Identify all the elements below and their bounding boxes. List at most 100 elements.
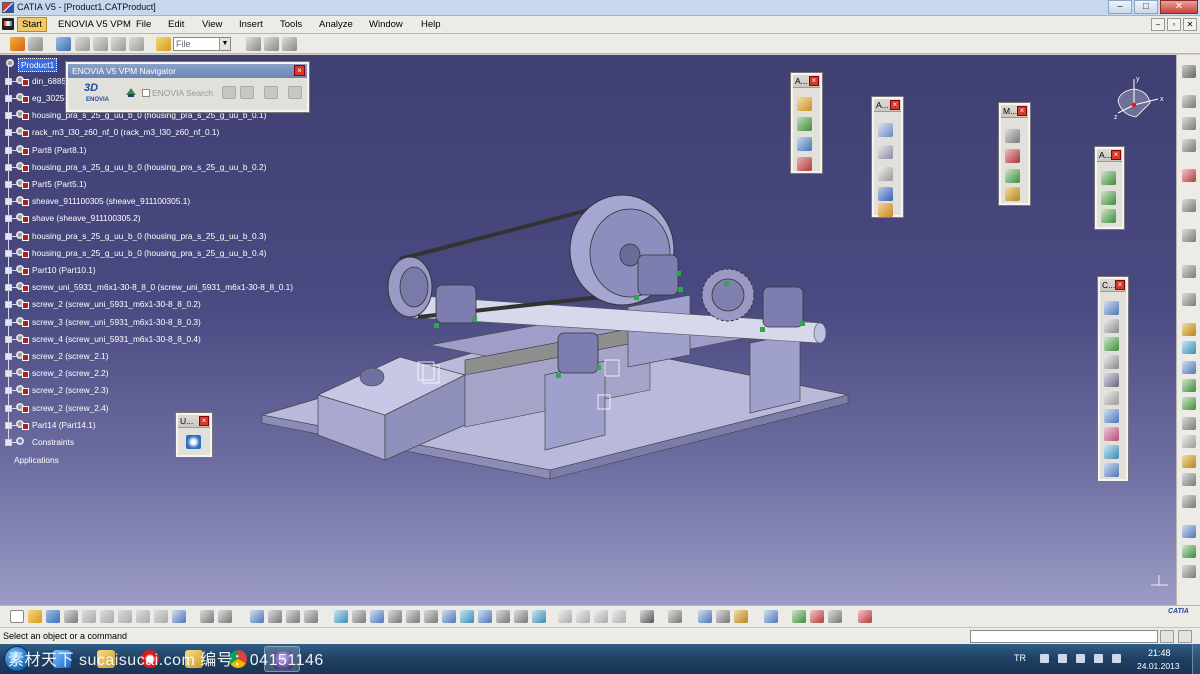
pan-icon[interactable]: [370, 610, 384, 623]
tool-icon[interactable]: [1182, 361, 1196, 374]
tool-icon[interactable]: [304, 610, 318, 623]
copy-icon[interactable]: [100, 610, 114, 623]
tool-icon[interactable]: [1182, 379, 1196, 392]
annotation-tool-icon[interactable]: [878, 167, 893, 181]
tool-icon[interactable]: [268, 610, 282, 623]
enovia-search-checkbox[interactable]: [142, 89, 150, 97]
tool-icon[interactable]: [1182, 565, 1196, 578]
paste-icon[interactable]: [118, 610, 132, 623]
fix-component-icon[interactable]: [1104, 373, 1119, 387]
menu-start[interactable]: Start: [17, 17, 48, 32]
print-icon[interactable]: [64, 610, 78, 623]
tool-icon[interactable]: [1182, 545, 1196, 558]
update-all-icon[interactable]: [186, 435, 201, 449]
close-icon[interactable]: ×: [294, 65, 305, 76]
command-list-button[interactable]: [1160, 630, 1174, 643]
file-combo[interactable]: File ▼: [173, 37, 231, 51]
tool-icon[interactable]: [668, 610, 682, 623]
workbench-icon[interactable]: [1182, 65, 1196, 78]
contact-constraint-icon[interactable]: [1104, 319, 1119, 333]
open-folder-icon[interactable]: [156, 37, 171, 51]
clock-date[interactable]: 24.01.2013: [1137, 661, 1180, 671]
existing-component-icon[interactable]: [111, 37, 126, 51]
open-icon[interactable]: [28, 610, 42, 623]
tool-icon[interactable]: [828, 610, 842, 623]
menu-window[interactable]: Window: [369, 19, 403, 30]
fly-mode-icon[interactable]: [334, 610, 348, 623]
hide-show-icon[interactable]: [514, 610, 528, 623]
annotation-tool-icon[interactable]: [878, 123, 893, 137]
close-icon[interactable]: ×: [199, 416, 209, 426]
zoom-out-icon[interactable]: [424, 610, 438, 623]
move-tool-icon[interactable]: [1005, 187, 1020, 201]
doc-minimize-button[interactable]: –: [1151, 18, 1165, 31]
doc-restore-button[interactable]: ▫: [1167, 18, 1181, 31]
shading-icon[interactable]: [496, 610, 510, 623]
enovia-tool-icon[interactable]: [240, 86, 254, 99]
zoom-in-icon[interactable]: [406, 610, 420, 623]
command-input[interactable]: [970, 630, 1158, 643]
flexible-subassembly-icon[interactable]: [1104, 427, 1119, 441]
3d-viewport[interactable]: Product1 din_6885 eg_3025- housing_pra_s…: [0, 55, 1176, 605]
tool-icon[interactable]: [1182, 435, 1196, 448]
redo-icon[interactable]: [154, 610, 168, 623]
insert-part-icon[interactable]: [93, 37, 108, 51]
tool-icon[interactable]: [810, 610, 824, 623]
undo-icon[interactable]: [136, 610, 150, 623]
tray-network-icon[interactable]: [1094, 654, 1103, 663]
tool-icon[interactable]: [594, 610, 608, 623]
tool-icon[interactable]: [792, 610, 806, 623]
menu-enovia[interactable]: ENOVIA V5 VPM: [58, 19, 131, 30]
close-icon[interactable]: ×: [1111, 150, 1121, 160]
tool-icon[interactable]: [858, 610, 872, 623]
product-structure-icon[interactable]: [10, 37, 25, 51]
show-desktop-button[interactable]: [1192, 644, 1200, 674]
floating-toolbar[interactable]: M... ×: [998, 102, 1031, 206]
menu-tools[interactable]: Tools: [280, 19, 302, 30]
close-window-button[interactable]: ✕: [1160, 0, 1198, 14]
analysis-tool-icon[interactable]: [1101, 209, 1116, 223]
assembly-tool-icon[interactable]: [797, 117, 812, 131]
floating-toolbar[interactable]: U... ×: [175, 412, 213, 458]
camera-icon[interactable]: [640, 610, 654, 623]
tool-c-icon[interactable]: [282, 37, 297, 51]
assembly-tool-icon[interactable]: [797, 157, 812, 171]
quick-constraint-icon[interactable]: [1104, 409, 1119, 423]
close-icon[interactable]: ×: [809, 76, 819, 86]
minimize-button[interactable]: –: [1108, 0, 1132, 14]
tool-icon[interactable]: [1182, 525, 1196, 538]
menu-edit[interactable]: Edit: [168, 19, 184, 30]
reuse-pattern-icon[interactable]: [1104, 463, 1119, 477]
assembly-tool-icon[interactable]: [797, 137, 812, 151]
tool-icon[interactable]: [1182, 397, 1196, 410]
update-icon[interactable]: [28, 37, 43, 51]
floating-toolbar[interactable]: A... ×: [871, 96, 904, 218]
language-indicator[interactable]: TR: [1014, 653, 1026, 663]
menu-analyze[interactable]: Analyze: [319, 19, 353, 30]
move-tool-icon[interactable]: [1005, 169, 1020, 183]
tool-icon[interactable]: [1182, 473, 1196, 486]
annotation-tool-icon[interactable]: [878, 203, 893, 217]
normal-view-icon[interactable]: [442, 610, 456, 623]
replace-component-icon[interactable]: [129, 37, 144, 51]
menu-help[interactable]: Help: [421, 19, 441, 30]
enovia-tool-icon[interactable]: [264, 86, 278, 99]
floating-toolbar[interactable]: A... ×: [1094, 146, 1125, 230]
tray-volume-icon[interactable]: [1112, 654, 1121, 663]
rotate-icon[interactable]: [388, 610, 402, 623]
compass-icon[interactable]: y x z: [1112, 73, 1170, 123]
tool-icon[interactable]: [764, 610, 778, 623]
enovia-logo[interactable]: 3D ENOVIA: [82, 82, 116, 108]
tool-icon[interactable]: [1182, 417, 1196, 430]
chevron-down-icon[interactable]: ▼: [219, 38, 230, 50]
tool-icon[interactable]: [286, 610, 300, 623]
whats-this-icon[interactable]: [172, 610, 186, 623]
tool-icon[interactable]: [1182, 199, 1196, 212]
tool-icon[interactable]: [1182, 169, 1196, 182]
assembly-tool-icon[interactable]: [797, 97, 812, 111]
enovia-search-icon[interactable]: [124, 85, 138, 99]
enovia-help-icon[interactable]: [288, 86, 302, 99]
tool-icon[interactable]: [1182, 495, 1196, 508]
tool-icon[interactable]: [1182, 139, 1196, 152]
fit-all-icon[interactable]: [352, 610, 366, 623]
